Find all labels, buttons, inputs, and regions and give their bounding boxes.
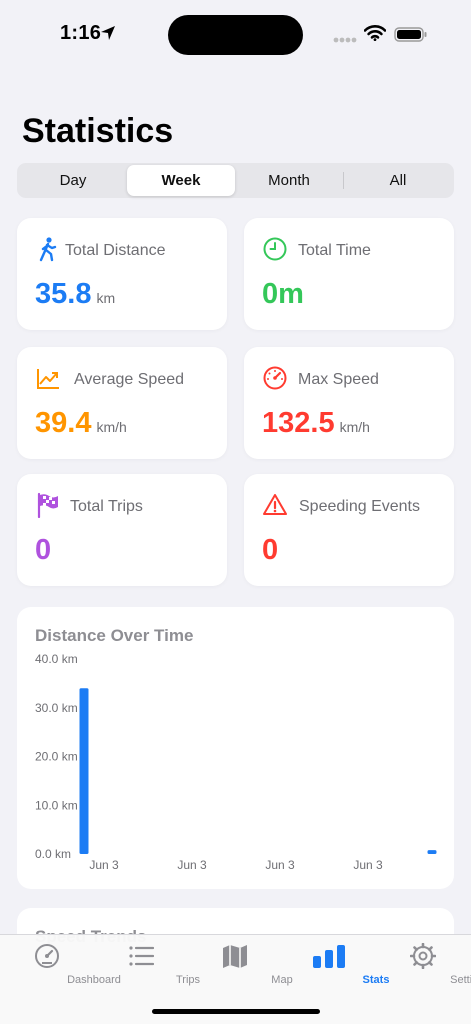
total-distance-unit: km [96,290,116,306]
x-tick-label: Jun 3 [89,858,119,872]
max-speed-card: Max Speed 132.5 km/h [244,347,454,459]
tab-settings-label: Settings [450,974,471,986]
warning-triangle-icon [263,494,287,515]
tab-trips[interactable]: Trips [94,935,200,995]
segment-month[interactable]: Month [235,165,343,196]
clock-icon [263,237,287,261]
average-speed-value: 39.4 km/h [35,407,127,439]
max-speed-unit: km/h [339,419,370,435]
total-time-value: 0m [262,278,304,310]
total-distance-label: Total Distance [65,242,166,259]
total-distance-value: 35.8 km [35,278,116,310]
average-speed-unit: km/h [96,419,127,435]
x-tick-label: Jun 3 [353,858,383,872]
total-distance-card: Total Distance 35.8 km [17,218,227,330]
status-time: 1:16 [60,22,102,44]
wifi-icon [364,25,386,41]
total-time-card: Total Time 0m [244,218,454,330]
location-arrow-icon [101,26,115,40]
walking-figure-icon [39,237,57,262]
gear-icon [410,943,436,969]
x-tick-label: Jun 3 [265,858,295,872]
y-tick-label: 10.0 km [35,798,78,812]
period-segmented-control: Day Week Month All [17,163,454,198]
max-speed-label: Max Speed [298,371,379,388]
y-tick-label: 30.0 km [35,701,78,715]
segment-day[interactable]: Day [19,165,127,196]
list-icon [129,946,154,966]
tab-dashboard[interactable]: Dashboard [0,935,121,995]
page-title: Statistics [22,112,174,150]
dynamic-island [168,15,303,55]
total-trips-value: 0 [35,534,52,566]
y-tick-label: 20.0 km [35,750,78,764]
chart-bar [427,850,437,854]
speedometer-icon [263,366,287,390]
trend-chart-icon [37,369,59,389]
status-bar: 1:16 [0,0,471,64]
segment-all[interactable]: All [344,165,452,196]
signal-dots-icon [333,37,357,43]
chart-bar [79,688,89,854]
tab-settings[interactable]: Settings [376,935,471,995]
average-speed-card: Average Speed 39.4 km/h [17,347,227,459]
battery-icon [394,27,427,42]
tab-map[interactable]: Map [188,935,293,995]
speeding-events-value: 0 [262,534,279,566]
checkered-flag-icon [37,492,58,518]
average-speed-label: Average Speed [74,371,185,388]
x-tick-label: Jun 3 [177,858,207,872]
total-trips-card: Total Trips 0 [17,474,227,586]
home-indicator [152,1009,320,1014]
tab-stats[interactable]: Stats [282,935,389,995]
y-tick-label: 40.0 km [35,652,78,666]
distance-bar-chart: 0.0 km 10.0 km 20.0 km 30.0 km 40.0 km Jun 3 J… [35,652,437,872]
max-speed-value: 132.5 km/h [262,407,370,439]
total-time-label: Total Time [298,242,371,259]
bar-chart-icon [313,945,345,968]
speeding-events-card: Speeding Events 0 [244,474,454,586]
map-icon [223,945,247,968]
total-trips-label: Total Trips [70,498,143,515]
y-tick-label: 0.0 km [35,847,71,861]
gauge-icon [35,944,59,968]
segment-week[interactable]: Week [127,165,235,196]
distance-chart-card: Distance Over Time 0.0 km 10.0 km 20.0 km 3… [17,607,454,889]
speeding-events-label: Speeding Events [299,498,420,515]
